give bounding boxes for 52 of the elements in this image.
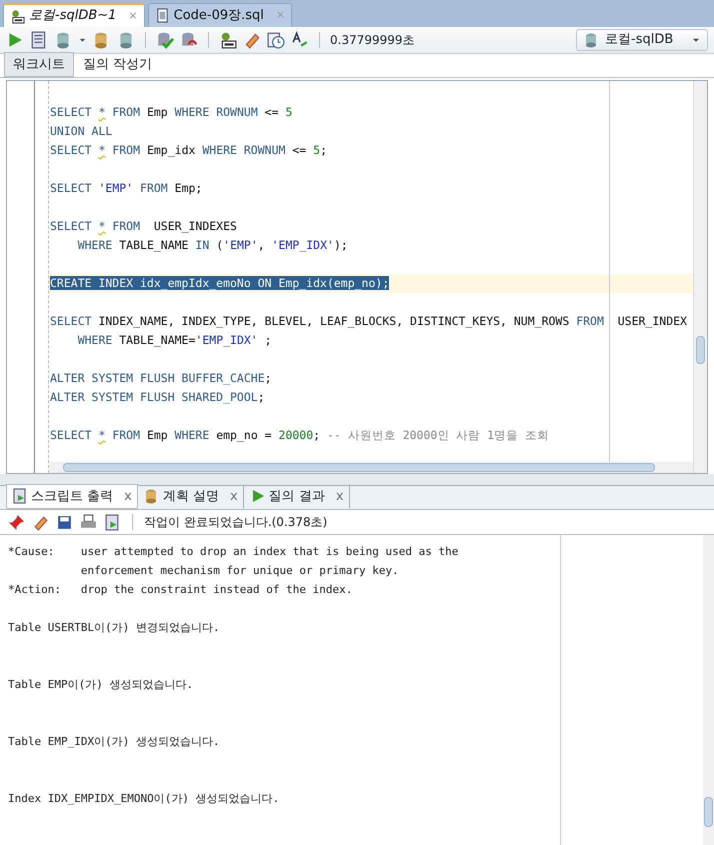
pin-icon[interactable] (8, 514, 25, 530)
code-line: SELECT * FROM Emp WHERE ROWNUM <= 5 (50, 105, 292, 119)
code-line: SELECT * FROM USER_INDEXES (50, 219, 237, 233)
editor-tab[interactable]: 질의 작성기 (74, 52, 162, 77)
scrollbar[interactable] (703, 535, 714, 845)
output-tab[interactable]: 스크립트 출력 x (6, 484, 138, 509)
code-line: SELECT INDEX_NAME, INDEX_TYPE, BLEVEL, LEAF_BLOCKS, DISTINCT_KEYS, NUM_ROWS FROM USER_INDEX (50, 314, 687, 328)
commit-icon[interactable] (156, 31, 174, 49)
code-line: SELECT 'EMP' FROM Emp; (50, 181, 202, 195)
output-tab[interactable]: 질의 결과 x (244, 484, 350, 509)
close-button[interactable]: x (336, 486, 344, 506)
output-line: *Action: drop the constraint instead of the index. (8, 583, 352, 596)
print-icon[interactable] (80, 514, 97, 530)
clock-icon[interactable] (267, 31, 285, 49)
code-line: UNION ALL (50, 124, 112, 138)
code-line: SELECT * FROM Emp_idx WHERE ROWNUM <= 5; (50, 143, 328, 157)
output-line: Index IDX_EMPIDX_EMONO이(가) 생성되었습니다. (8, 792, 280, 805)
output-line: enforcement mechanism for unique or primary key. (80, 564, 399, 577)
close-button[interactable]: x (230, 486, 238, 506)
output-line: Table USERTBL이(가) 변경되었습니다. (8, 621, 220, 634)
document-icon (154, 8, 170, 23)
save-icon[interactable] (56, 514, 73, 530)
output-tab[interactable]: 계획 설명 x (138, 484, 244, 509)
tab-label: Code-09장.sql (174, 6, 264, 25)
editor-tab[interactable]: 워크시트 (4, 52, 74, 77)
connection-name: 로컬-sqlDB (605, 31, 674, 50)
code-line: WHERE TABLE_NAME='EMP_IDX' ; (76, 333, 272, 347)
code-line: ALTER SYSTEM FLUSH BUFFER_CACHE; (50, 371, 272, 385)
file-tab[interactable]: Code-09장.sql × (148, 3, 292, 27)
tab-label: 로컬-sqlDB~1 (29, 7, 116, 26)
file-tab[interactable]: 로컬-sqlDB~1 × (3, 3, 145, 27)
close-button[interactable]: x (124, 486, 132, 506)
code-line: ALTER SYSTEM FLUSH SHARED_POOL; (50, 390, 265, 404)
scrollbar[interactable] (693, 81, 707, 473)
script-icon[interactable] (104, 514, 121, 530)
output-line: Table EMP_IDX이(가) 생성되었습니다. (8, 735, 220, 748)
output-line: *Cause: user attempted to drop an index that is being used as the (8, 545, 458, 558)
output-line: Table EMP이(가) 생성되었습니다. (8, 678, 194, 691)
font-icon[interactable] (291, 31, 309, 49)
connection-select[interactable]: 로컬-sqlDB (576, 29, 708, 51)
eraser-icon[interactable] (32, 514, 49, 530)
scrollbar[interactable] (49, 462, 693, 473)
script-icon[interactable] (30, 31, 48, 49)
tab-label: 스크립트 출력 (31, 488, 114, 506)
code-line: SELECT * FROM Emp WHERE emp_no = 20000; -- 사원번호 20000인 사람 1명을 조회 (50, 428, 550, 442)
status-message: 작업이 완료되었습니다.(0.378초) (144, 514, 328, 531)
elapsed-time: 0.37799999초 (330, 32, 415, 49)
script-icon (12, 488, 28, 504)
code-line: WHERE TABLE_NAME IN ('EMP', 'EMP_IDX'); (76, 238, 348, 252)
eraser-icon[interactable] (243, 31, 261, 49)
tab-label: 질의 결과 (268, 488, 325, 506)
tab-label: 계획 설명 (162, 488, 219, 506)
